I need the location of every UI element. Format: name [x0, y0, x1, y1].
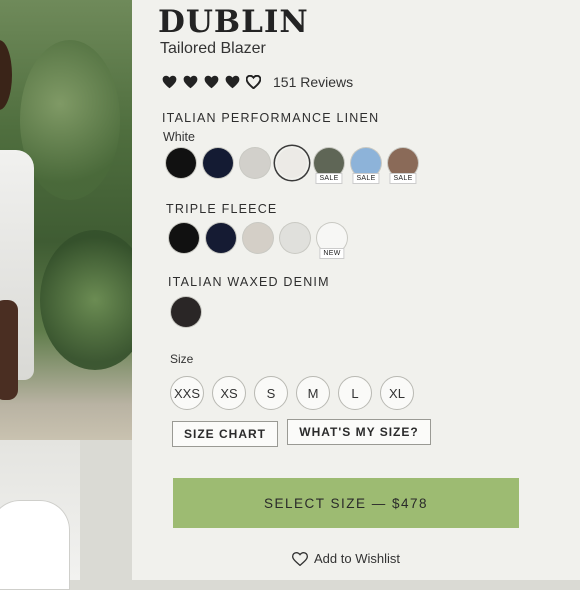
heart-icon	[225, 75, 240, 89]
shirt-collar	[0, 500, 70, 590]
swatch-tag: SALE	[352, 173, 380, 184]
size-label: Size	[170, 352, 194, 366]
selected-color-name: White	[163, 130, 195, 144]
model-arm	[0, 300, 18, 400]
swatch-black-denim[interactable]	[171, 297, 201, 327]
size-option-xxs[interactable]: XXS	[170, 376, 204, 410]
swatch-group-denim	[171, 297, 201, 327]
size-option-xl[interactable]: XL	[380, 376, 414, 410]
size-option-xs[interactable]: XS	[212, 376, 246, 410]
heart-icon	[183, 75, 198, 89]
size-chart-button[interactable]: SIZE CHART	[172, 421, 278, 447]
select-size-button[interactable]: SELECT SIZE — $478	[173, 478, 519, 528]
heart-icon	[246, 75, 261, 89]
reviews-count[interactable]: 151 Reviews	[273, 74, 353, 90]
rating-hearts	[162, 75, 261, 89]
swatch-oatmeal[interactable]	[243, 223, 273, 253]
size-options: XXS XS S M L XL	[170, 376, 414, 410]
swatch-brown[interactable]: SALE	[388, 148, 418, 184]
swatch-tag: NEW	[319, 248, 345, 259]
swatch-sky-blue[interactable]: SALE	[351, 148, 381, 184]
wishlist-button[interactable]: Add to Wishlist	[292, 551, 400, 566]
product-title: DUBLIN	[158, 4, 309, 40]
fabric-label: ITALIAN PERFORMANCE LINEN	[162, 111, 380, 125]
model-hair	[0, 40, 12, 110]
swatch-tag: SALE	[389, 173, 417, 184]
swatch-group-linen: SALE SALE SALE	[166, 148, 418, 184]
product-subtitle: Tailored Blazer	[160, 40, 266, 57]
heart-icon	[162, 75, 177, 89]
swatch-pale-grey[interactable]	[280, 223, 310, 253]
foliage	[40, 230, 132, 370]
swatch-navy[interactable]	[203, 148, 233, 178]
size-option-s[interactable]: S	[254, 376, 288, 410]
product-photo	[0, 0, 132, 440]
swatch-black[interactable]	[166, 148, 196, 178]
fabric-label: ITALIAN WAXED DENIM	[168, 275, 330, 289]
swatch-light-grey[interactable]	[240, 148, 270, 178]
heart-outline-icon	[292, 551, 308, 566]
swatch-olive[interactable]: SALE	[314, 148, 344, 184]
whats-my-size-button[interactable]: WHAT'S MY SIZE?	[287, 419, 431, 445]
swatch-white[interactable]	[277, 148, 307, 178]
swatch-black[interactable]	[169, 223, 199, 253]
fabric-label: TRIPLE FLEECE	[166, 202, 278, 216]
size-option-m[interactable]: M	[296, 376, 330, 410]
product-thumbnail[interactable]	[0, 440, 80, 590]
foliage	[20, 40, 120, 200]
swatch-navy[interactable]	[206, 223, 236, 253]
wishlist-label: Add to Wishlist	[314, 551, 400, 566]
size-option-l[interactable]: L	[338, 376, 372, 410]
swatch-group-fleece: NEW	[169, 223, 347, 259]
rating-row[interactable]: 151 Reviews	[162, 74, 353, 90]
swatch-tag: SALE	[315, 173, 343, 184]
swatch-white[interactable]: NEW	[317, 223, 347, 259]
heart-icon	[204, 75, 219, 89]
